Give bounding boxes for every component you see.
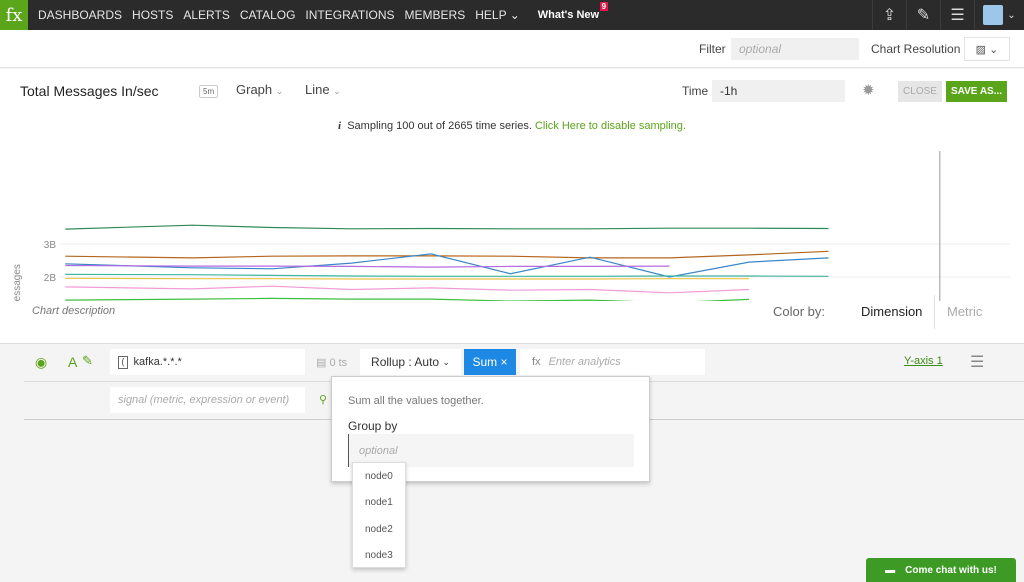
group-by-suggestions: node0 node1 node2 node3 [352,462,406,568]
suggestion-node0[interactable]: node0 [353,463,405,490]
rollup-dropdown[interactable]: Rollup : Auto ⌄ [360,349,461,375]
disable-sampling-link[interactable]: Click Here to disable sampling. [535,120,686,132]
plot-menu-icon[interactable]: ☰ [970,352,984,372]
nav-members[interactable]: MEMBERS [405,8,466,22]
signal-value: kafka.*.*.* [133,356,182,368]
top-nav: fx DASHBOARDS HOSTS ALERTS CATALOG INTEG… [0,0,1024,30]
chart-resolution-dropdown[interactable]: ▨ ⌄ [964,37,1010,61]
filter-label: Filter [699,42,726,56]
sum-description: Sum all the values together. [348,395,484,407]
nav-catalog[interactable]: CATALOG [240,8,296,22]
color-by-metric[interactable]: Metric [947,304,982,319]
chevron-down-icon: ⌄ [1007,9,1016,21]
nav-hosts[interactable]: HOSTS [132,8,173,22]
share-icon[interactable]: ⇪ [872,0,906,30]
chat-label: Come chat with us! [905,564,997,576]
y-axis-label: messages [12,264,23,301]
chevron-down-icon: ⌄ [333,86,341,96]
line-chart: 01B2B3Bmessages15:0515:1015:1515:2015:25… [12,151,1010,301]
nav-help[interactable]: HELP ⌄ [475,8,520,22]
graph-type-dropdown[interactable]: Graph ⌄ [236,82,283,97]
chat-icon: ▬ [885,564,896,576]
whats-new-label: What's New [537,9,600,21]
chevron-down-icon: ⌄ [442,356,450,367]
signal-input[interactable]: ⟨ kafka.*.*.* [110,349,305,375]
suggestion-node2[interactable]: node2 [353,516,405,543]
series-line [65,224,829,230]
logo[interactable]: fx [0,0,28,30]
y-tick-label: 2B [44,273,57,284]
notification-badge: 9 [599,2,609,11]
color-by-dimension[interactable]: Dimension [861,304,922,319]
sum-function-chip[interactable]: Sum × [464,349,516,375]
series-line [65,297,750,301]
graph-type-label: Graph [236,82,273,97]
chart-title[interactable]: Total Messages In/sec [20,83,159,99]
filter-input[interactable]: optional [731,38,859,60]
avatar [983,5,1004,25]
filter-bar: Filter optional Chart Resolution ▨ ⌄ [0,30,1024,68]
resolution-tag: 5m [199,85,219,98]
save-as-button[interactable]: SAVE AS... [946,81,1007,102]
series-line [65,250,829,259]
chart-description[interactable]: Chart description [32,305,115,317]
suggestion-node1[interactable]: node1 [353,490,405,517]
new-signal-input[interactable]: signal (metric, expression or event) [110,387,305,413]
nav-dashboards[interactable]: DASHBOARDS [38,8,122,22]
whats-new-link[interactable]: What's New 9 [537,2,609,21]
series-line [65,273,829,277]
series-line [65,277,749,280]
group-by-label: Group by [348,419,398,433]
color-by-label: Color by: [773,304,826,319]
ts-count-value: 0 ts [329,357,348,369]
fx-icon: fx [532,356,541,368]
divider [934,295,935,329]
search-icon[interactable]: ⚲ [319,393,327,406]
sampling-notice: i Sampling 100 out of 2665 time series. … [0,120,1024,132]
rollup-label: Rollup : Auto [371,355,440,369]
settings-gear-icon[interactable]: ✹ [862,81,875,99]
nav-alerts[interactable]: ALERTS [183,8,229,22]
menu-icon[interactable]: ☰ [940,0,974,30]
line-style-dropdown[interactable]: Line ⌄ [305,82,341,97]
analytics-placeholder: Enter analytics [548,356,621,368]
chat-button[interactable]: ▬ Come chat with us! [866,558,1016,582]
analytics-input[interactable]: fx Enter analytics [520,349,705,375]
time-input[interactable]: -1h [712,80,845,102]
plot-label-a[interactable]: A [68,354,77,370]
chevron-down-icon: ⌄ [275,86,284,96]
chart-resolution-label: Chart Resolution [871,42,961,56]
series-line [65,285,750,294]
eye-icon[interactable]: ◉ [35,354,47,371]
chart-panel: Total Messages In/sec 5m Graph ⌄ Line ⌄ … [0,69,1024,344]
time-label: Time [682,84,709,98]
ts-count: ▤ 0 ts [316,357,348,369]
close-button[interactable]: CLOSE [898,81,942,102]
sampling-text: Sampling 100 out of 2665 time series. [347,120,532,132]
pencil-icon[interactable]: ✎ [82,353,93,369]
metric-icon: ⟨ [118,355,128,369]
edit-icon[interactable]: ✎ [906,0,940,30]
suggestion-node3[interactable]: node3 [353,543,405,570]
user-menu[interactable]: ⌄ [974,0,1024,30]
nav-integrations[interactable]: INTEGRATIONS [305,8,394,22]
line-style-label: Line [305,82,330,97]
info-icon: i [338,120,342,132]
y-tick-label: 3B [44,240,57,251]
y-axis-selector[interactable]: Y-axis 1 [904,355,943,367]
